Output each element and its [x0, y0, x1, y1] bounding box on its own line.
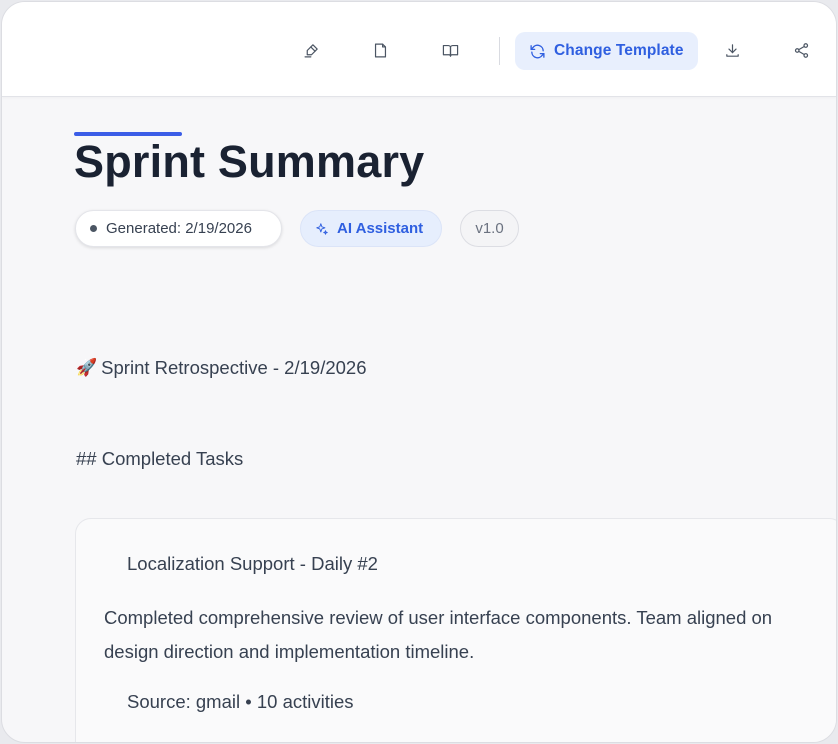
- retrospective-line: 🚀 Sprint Retrospective - 2/19/2026: [76, 357, 367, 379]
- status-dot-icon: [90, 225, 97, 232]
- highlighter-icon[interactable]: [301, 40, 321, 60]
- toolbar: Change Template: [2, 2, 836, 97]
- change-template-button[interactable]: Change Template: [515, 32, 698, 70]
- generated-badge: Generated: 2/19/2026: [75, 210, 282, 247]
- completed-tasks-heading: ## Completed Tasks: [76, 448, 244, 469]
- retrospective-text: Sprint Retrospective - 2/19/2026: [101, 357, 367, 378]
- generated-date-text: Generated: 2/19/2026: [106, 220, 252, 237]
- ai-assistant-badge: AI Assistant: [300, 210, 442, 247]
- book-open-icon[interactable]: [440, 40, 460, 60]
- download-icon[interactable]: [722, 40, 742, 60]
- version-text: v1.0: [475, 220, 504, 237]
- rocket-icon: 🚀: [76, 358, 98, 377]
- task-source: Source: gmail • 10 activities: [127, 691, 354, 712]
- refresh-icon: [530, 44, 545, 58]
- share-icon[interactable]: [791, 40, 811, 60]
- note-icon[interactable]: [370, 40, 390, 60]
- task-description: Completed comprehensive review of user i…: [104, 607, 773, 662]
- task-title: Localization Support - Daily #2: [127, 553, 378, 574]
- toolbar-divider: [499, 37, 500, 65]
- task-card: Localization Support - Daily #2 Complete…: [75, 518, 836, 742]
- version-badge: v1.0: [460, 210, 519, 247]
- sparkle-icon: [316, 222, 328, 235]
- change-template-label: Change Template: [554, 42, 684, 59]
- page-title: Sprint Summary: [74, 136, 425, 187]
- app-window: Change Template Sprint Summary Generated…: [1, 1, 837, 743]
- ai-assistant-text: AI Assistant: [337, 220, 424, 237]
